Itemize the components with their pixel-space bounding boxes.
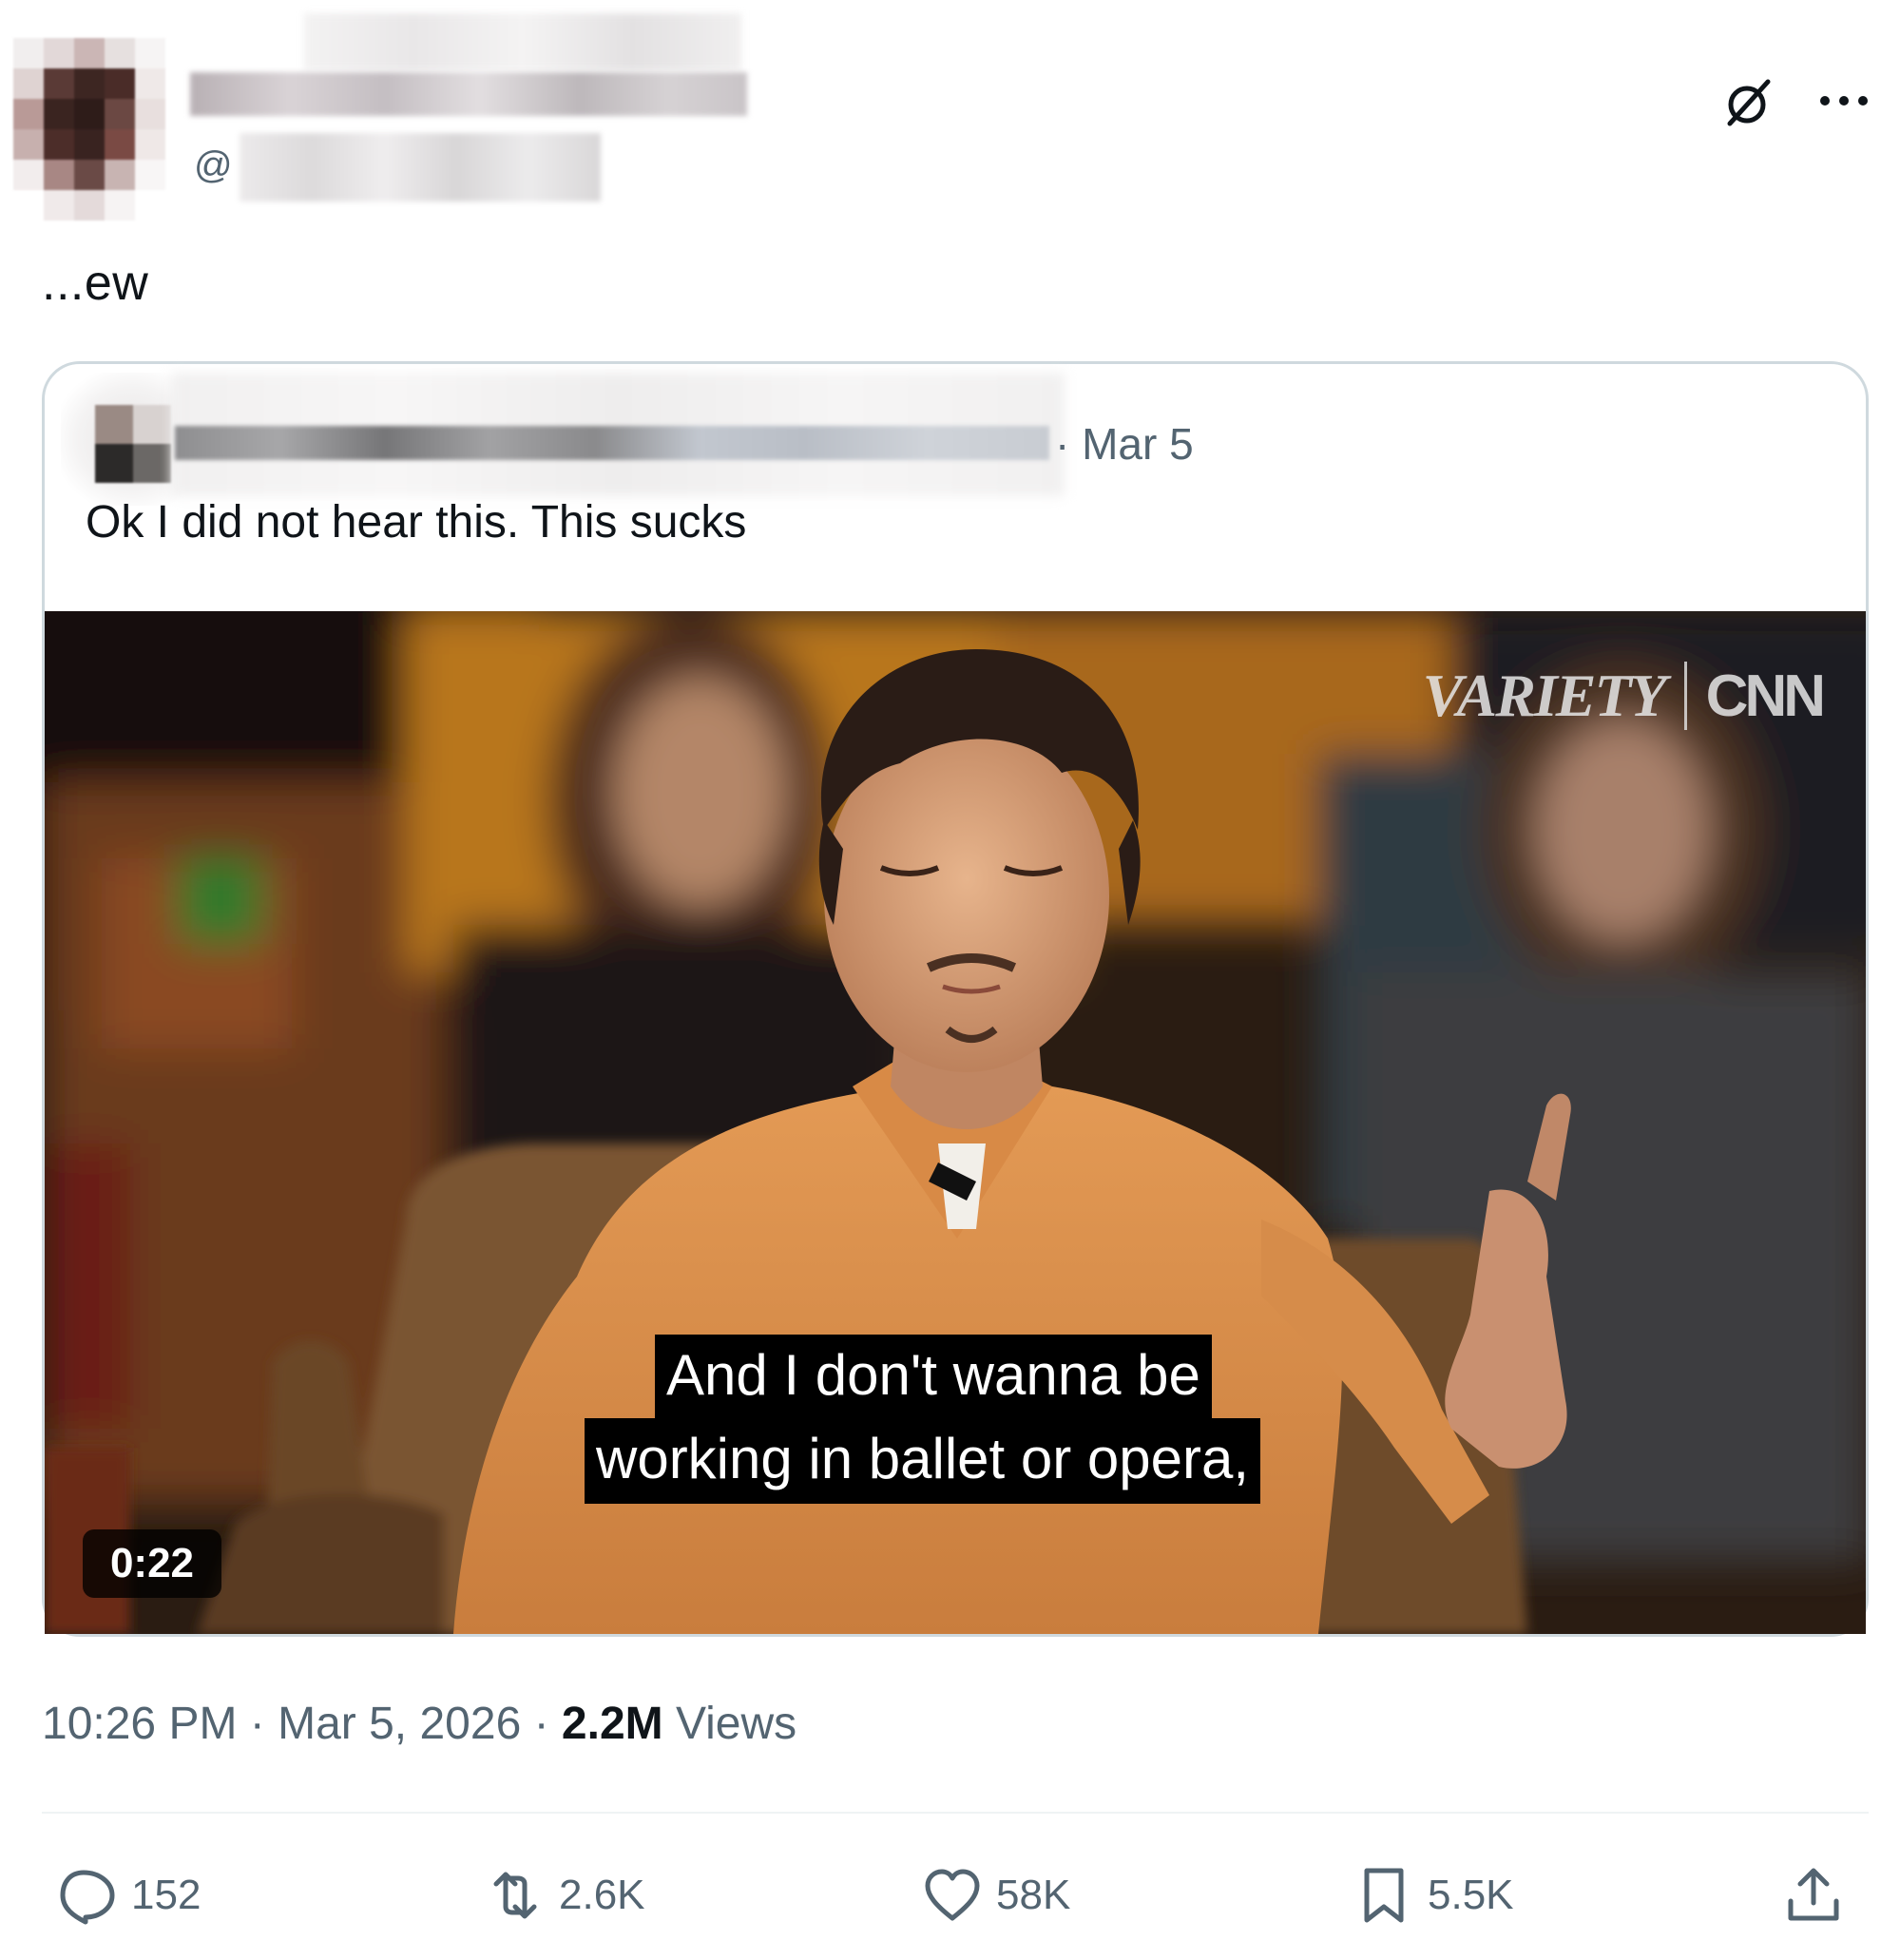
watermark-separator (1683, 662, 1687, 730)
quoted-date[interactable]: · Mar 5 (1055, 418, 1194, 470)
reply-button[interactable]: 152 (57, 1865, 201, 1926)
reply-count: 152 (131, 1872, 202, 1918)
like-button[interactable]: 58K (922, 1865, 1070, 1926)
cnn-logo: CNN (1705, 663, 1826, 729)
video-player[interactable]: VARIETY CNN And I don't wanna be working… (45, 611, 1866, 1634)
video-caption-line-1: And I don't wanna be (655, 1335, 1212, 1420)
reply-icon (60, 1870, 115, 1925)
more-icon[interactable] (1817, 89, 1871, 112)
tweet-timestamp[interactable]: 10:26 PM · Mar 5, 2026 · (42, 1699, 562, 1749)
author-avatar[interactable] (13, 38, 165, 221)
video-duration-badge: 0:22 (83, 1529, 221, 1598)
quoted-author-name-redacted[interactable] (175, 426, 1049, 460)
like-icon (925, 1869, 980, 1921)
variety-logo: VARIETY (1422, 662, 1667, 729)
video-caption-line-2: working in ballet or opera, (585, 1418, 1261, 1504)
divider (42, 1812, 1869, 1814)
author-display-name-redacted[interactable] (190, 72, 747, 116)
tweet-meta: 10:26 PM · Mar 5, 2026 · 2.2M Views (42, 1698, 796, 1750)
views-count: 2.2M (561, 1699, 663, 1749)
video-watermark: VARIETY CNN (1422, 661, 1826, 731)
share-button[interactable] (1783, 1865, 1844, 1926)
share-icon (1788, 1868, 1839, 1921)
grok-icon[interactable] (1722, 76, 1775, 129)
repost-icon (493, 1872, 537, 1919)
repost-button[interactable]: 2.6K (485, 1865, 645, 1926)
bookmark-button[interactable]: 5.5K (1353, 1865, 1514, 1926)
quoted-text: Ok I did not hear this. This sucks (86, 497, 747, 548)
author-handle-redacted[interactable] (240, 133, 601, 202)
like-count: 58K (996, 1872, 1071, 1918)
quoted-author-avatar[interactable] (95, 405, 171, 483)
repost-count: 2.6K (559, 1872, 645, 1918)
bookmark-count: 5.5K (1428, 1872, 1514, 1918)
tweet-text: ...ew (42, 256, 149, 311)
author-name-blur-halo (304, 13, 741, 70)
bookmark-icon (1364, 1868, 1404, 1923)
author-handle-prefix: @ (194, 144, 233, 186)
views-label: Views (662, 1699, 797, 1749)
